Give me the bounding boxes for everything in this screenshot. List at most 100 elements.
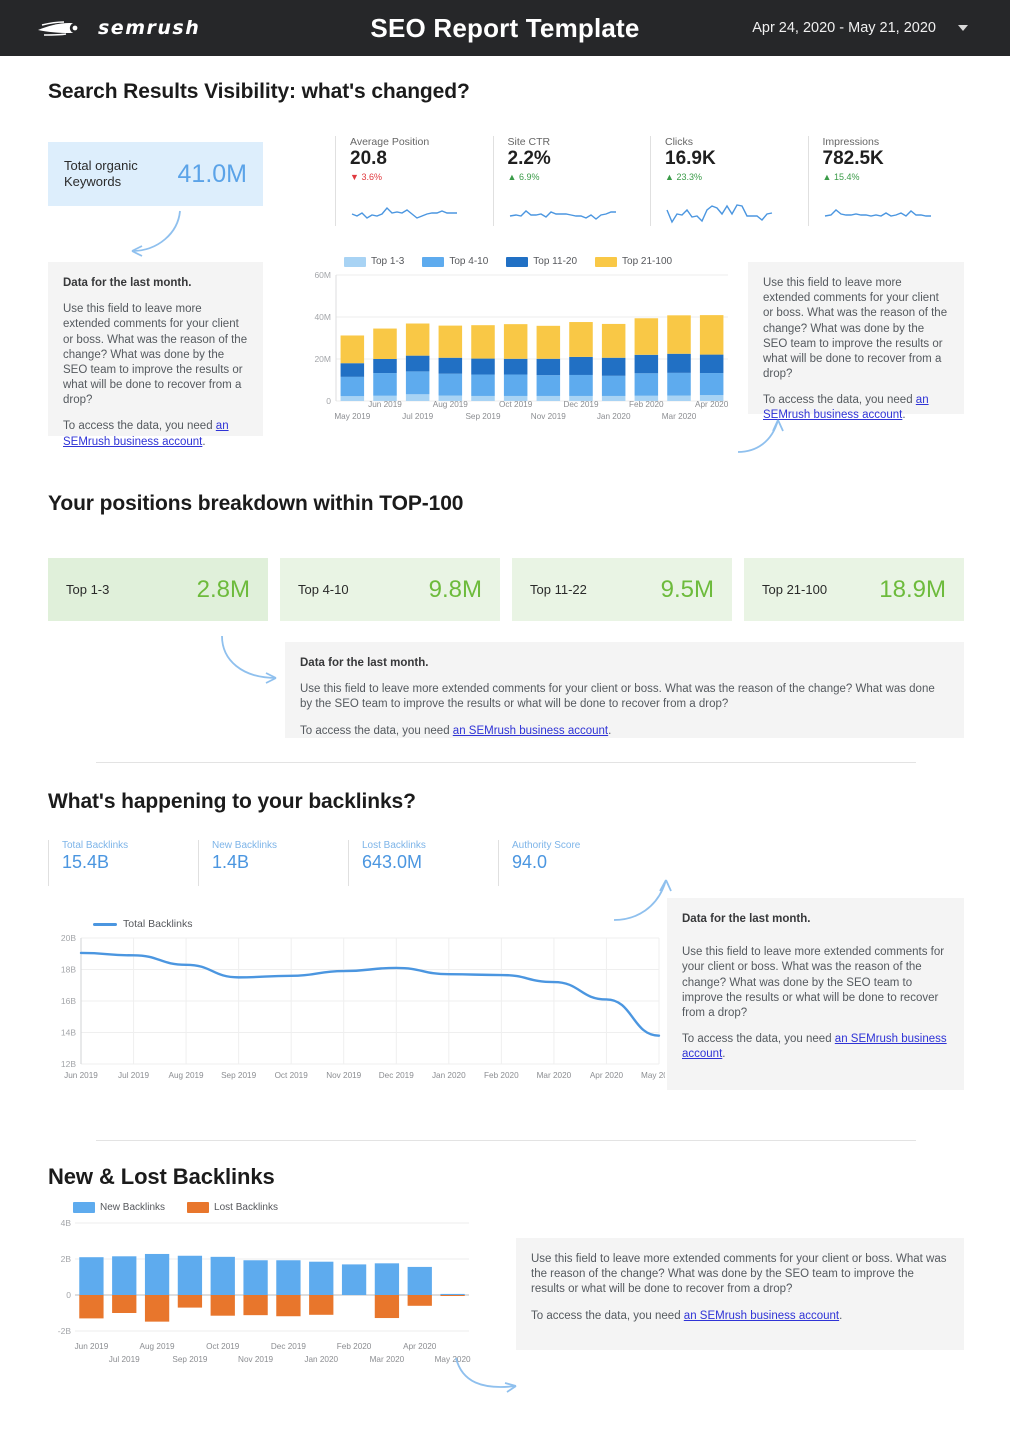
- svg-text:Jun 2019: Jun 2019: [368, 400, 402, 409]
- comment-heading: Data for the last month.: [682, 913, 811, 925]
- visibility-comment-left: Data for the last month. Use this field …: [48, 262, 263, 448]
- backlinks-section-title: What's happening to your backlinks?: [48, 790, 416, 813]
- comment-footer: To access the data, you need an SEMrush …: [300, 724, 949, 739]
- total-organic-keywords-label: Total organic Keywords: [64, 157, 138, 189]
- new-lost-backlinks-chart: New Backlinks Lost Backlinks -2B 0 2B 4B Jun…: [45, 1202, 475, 1392]
- kpi-label: Authority Score: [512, 840, 581, 851]
- svg-text:Apr 2020: Apr 2020: [695, 400, 729, 409]
- positions-comment: Data for the last month. Use this field …: [285, 642, 964, 738]
- svg-text:Jan 2020: Jan 2020: [597, 412, 631, 421]
- svg-text:Mar 2020: Mar 2020: [537, 1071, 572, 1080]
- kpi-delta-value: 3.6%: [361, 171, 382, 182]
- svg-text:-2B: -2B: [58, 1326, 72, 1336]
- chevron-down-icon[interactable]: [958, 25, 968, 31]
- visibility-comment-right: Use this field to leave more extended co…: [748, 262, 964, 421]
- total-organic-keywords-value: 41.0M: [177, 159, 247, 188]
- line-plot: 12B 14B 16B 18B 20B Jun 2019 Jul 2019 Aug 2019 S…: [61, 933, 665, 1080]
- legend-item-top-1-3[interactable]: Top 1-3: [344, 256, 404, 267]
- sparkline-clicks: [666, 204, 773, 224]
- sparkline-average-position: [351, 206, 457, 219]
- kpi-label: New Backlinks: [212, 840, 278, 851]
- svg-text:Jun 2019: Jun 2019: [75, 1342, 109, 1351]
- kpi-value: 782.5K: [822, 148, 884, 169]
- position-card-label: Top 11-22: [530, 582, 587, 597]
- svg-text:Jan 2020: Jan 2020: [304, 1355, 338, 1364]
- comment-footer-prefix: To access the data, you need: [300, 724, 453, 737]
- semrush-account-link[interactable]: an SEMrush business account: [684, 1310, 839, 1322]
- comment-body: Use this field to leave more extended co…: [63, 303, 248, 407]
- svg-text:2B: 2B: [61, 1254, 72, 1264]
- newlost-comment: Use this field to leave more extended co…: [516, 1238, 964, 1350]
- comment-footer: To access the data, you need an SEMrush …: [682, 1032, 949, 1062]
- comment-footer-suffix: .: [202, 435, 206, 448]
- stacked-chart-legend: Top 1-3 Top 4-10 Top 11-20 Top 21-100: [344, 256, 732, 267]
- kpi-label: Total Backlinks: [62, 840, 129, 851]
- newlost-section-title: New & Lost Backlinks: [48, 1164, 275, 1189]
- legend-item-lost-backlinks[interactable]: Lost Backlinks: [187, 1202, 278, 1213]
- comment-body: Use this field to leave more extended co…: [682, 946, 945, 1019]
- svg-text:20M: 20M: [314, 354, 331, 364]
- svg-text:May 2019: May 2019: [334, 412, 370, 421]
- semrush-flame-icon: [38, 21, 81, 36]
- kpi-label: Clicks: [665, 136, 693, 148]
- kpi-delta-value: 6.9%: [518, 171, 540, 182]
- line-chart-legend[interactable]: Total Backlinks: [93, 918, 665, 930]
- position-card-top-4-10: Top 4-10 9.8M: [280, 558, 500, 621]
- svg-text:Aug 2019: Aug 2019: [169, 1071, 205, 1080]
- comment-heading: Data for the last month.: [300, 657, 429, 669]
- total-organic-keywords-card: Total organic Keywords 41.0M: [48, 142, 263, 206]
- svg-text:Apr 2020: Apr 2020: [590, 1071, 624, 1080]
- position-card-top-21-100: Top 21-100 18.9M: [744, 558, 964, 621]
- legend-swatch: [422, 256, 445, 267]
- comment-body: Use this field to leave more extended co…: [763, 277, 948, 381]
- svg-text:Mar 2020: Mar 2020: [662, 412, 697, 421]
- svg-text:Feb 2020: Feb 2020: [484, 1071, 519, 1080]
- svg-text:Dec 2019: Dec 2019: [563, 400, 598, 409]
- legend-line-swatch: [93, 922, 117, 926]
- semrush-logo: semrush: [36, 17, 200, 39]
- position-card-top-1-3: Top 1-3 2.8M: [48, 558, 268, 621]
- app-header: semrush SEO Report Template Apr 24, 2020…: [0, 0, 1010, 56]
- kpi-value: 94.0: [512, 852, 548, 872]
- kpi-label: Impressions: [822, 136, 880, 148]
- legend-item-top-11-20[interactable]: Top 11-20: [506, 256, 577, 267]
- comment-footer-prefix: To access the data, you need: [531, 1309, 684, 1322]
- svg-text:Feb 2020: Feb 2020: [629, 400, 664, 409]
- kpi-label: Average Position: [350, 136, 430, 148]
- position-card-value: 18.9M: [879, 575, 946, 603]
- comment-footer-suffix: .: [722, 1048, 726, 1061]
- kpi-value: 15.4B: [62, 852, 110, 872]
- svg-text:Nov 2019: Nov 2019: [531, 412, 566, 421]
- newlost-chart-legend: New Backlinks Lost Backlinks: [73, 1202, 475, 1213]
- kpi-delta: ▲ 23.3%: [665, 171, 702, 182]
- svg-text:40M: 40M: [314, 312, 331, 322]
- legend-label: New Backlinks: [100, 1202, 166, 1213]
- svg-text:May 2020: May 2020: [435, 1355, 471, 1364]
- svg-text:Apr 2020: Apr 2020: [403, 1342, 437, 1351]
- svg-text:Oct 2019: Oct 2019: [206, 1342, 240, 1351]
- legend-label: Lost Backlinks: [214, 1202, 278, 1213]
- stacked-bar-plot: 0 20M 40M 60M May 2019 Jun 2019Jul 2019Aug 20…: [314, 270, 729, 421]
- date-range-label[interactable]: Apr 24, 2020 - May 21, 2020: [752, 20, 936, 36]
- legend-item-top-4-10[interactable]: Top 4-10: [422, 256, 488, 267]
- svg-text:Jun 2019: Jun 2019: [64, 1071, 98, 1080]
- position-card-value: 9.8M: [428, 575, 482, 603]
- legend-item-new-backlinks[interactable]: New Backlinks: [73, 1202, 165, 1213]
- kpi-value: 20.8: [350, 148, 387, 169]
- svg-text:18B: 18B: [61, 965, 76, 975]
- svg-text:Jan 2020: Jan 2020: [432, 1071, 466, 1080]
- comment-body: Use this field to leave more extended co…: [300, 683, 935, 711]
- semrush-account-link[interactable]: an SEMrush business account: [453, 725, 608, 737]
- svg-text:Sep 2019: Sep 2019: [172, 1355, 208, 1364]
- kpi-value: 1.4B: [212, 852, 250, 872]
- legend-swatch: [595, 256, 618, 267]
- visibility-kpi-row: Average Position 20.8 ▼ 3.6% Site CTR 2.…: [335, 136, 965, 226]
- legend-swatch: [187, 1202, 210, 1213]
- legend-item-top-21-100[interactable]: Top 21-100: [595, 256, 672, 267]
- sparkline-site-ctr: [509, 210, 616, 220]
- comment-heading: Data for the last month.: [63, 277, 192, 289]
- svg-text:Jul 2019: Jul 2019: [402, 412, 433, 421]
- total-backlinks-line-chart: Total Backlinks 12B 14B 16B 18B 20B Jun 2019 J…: [45, 918, 665, 1113]
- legend-label: Top 11-20: [533, 256, 578, 267]
- svg-text:May 2020: May 2020: [641, 1071, 665, 1080]
